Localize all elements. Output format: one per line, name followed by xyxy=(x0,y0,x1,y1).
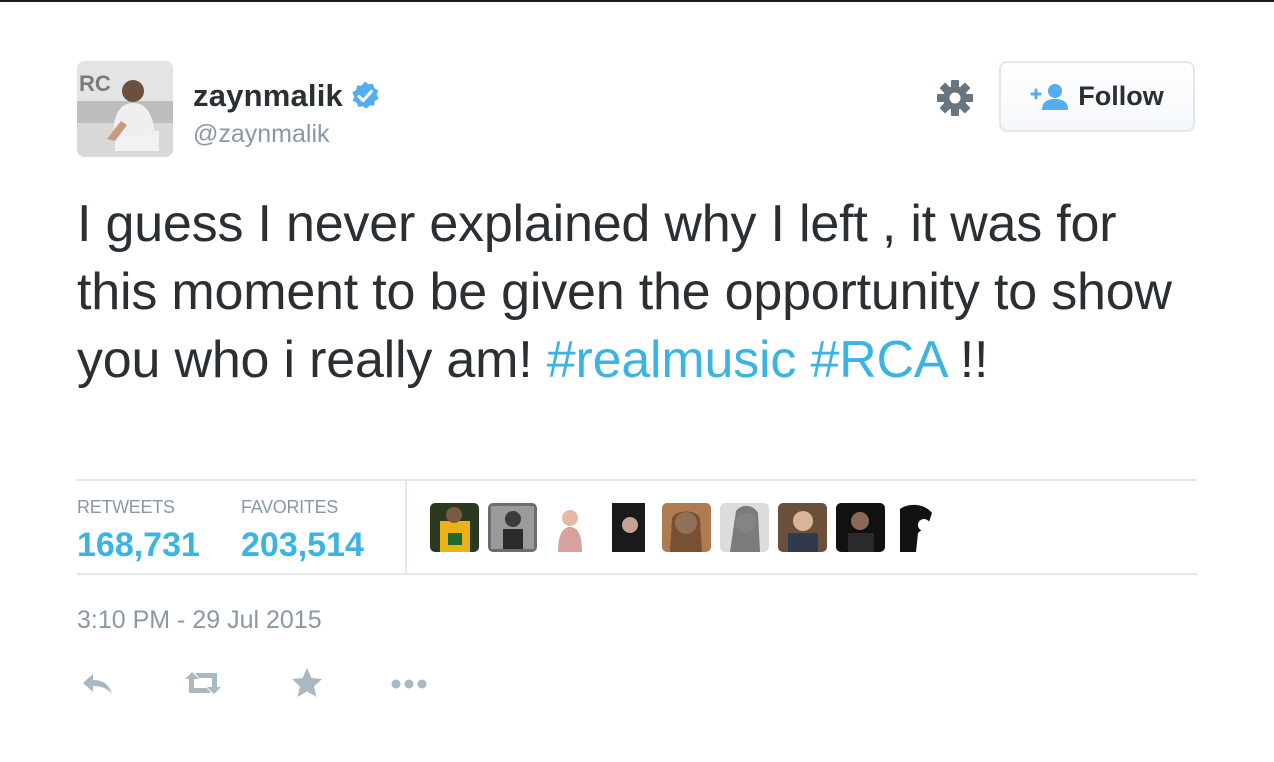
favoriter-avatar[interactable] xyxy=(720,503,769,552)
favoriter-avatar[interactable] xyxy=(836,503,885,552)
display-name[interactable]: zaynmalik xyxy=(193,78,343,114)
retweets-count: 168,731 xyxy=(77,526,200,564)
favoriter-avatar[interactable] xyxy=(430,503,479,552)
favoriter-avatar[interactable] xyxy=(778,503,827,552)
hashtag-link[interactable]: #RCA xyxy=(810,331,945,389)
follow-button[interactable]: Follow xyxy=(999,61,1195,132)
add-user-icon xyxy=(1030,82,1070,112)
tweet-text-end: !! xyxy=(945,331,989,389)
follow-label: Follow xyxy=(1078,81,1164,111)
gear-icon[interactable] xyxy=(935,78,975,118)
avatar[interactable]: RC xyxy=(77,61,173,157)
tweet-header: RC zaynmalik @zaynmalik Follow xyxy=(77,61,1197,157)
retweets-stat[interactable]: RETWEETS 168,731 xyxy=(77,497,200,565)
svg-text:RC: RC xyxy=(79,71,111,96)
retweet-icon[interactable] xyxy=(181,663,225,703)
hashtag-link[interactable]: #realmusic xyxy=(547,331,797,389)
window-top-edge xyxy=(0,0,1274,2)
tweet-stats: RETWEETS 168,731 FAVORITES 203,514 xyxy=(77,479,1197,575)
favorites-count: 203,514 xyxy=(241,526,364,564)
retweets-label: RETWEETS xyxy=(77,497,175,517)
reply-icon[interactable] xyxy=(77,663,121,703)
stats-divider xyxy=(405,481,407,575)
favorite-icon[interactable] xyxy=(285,663,329,703)
tweet-timestamp[interactable]: 3:10 PM - 29 Jul 2015 xyxy=(77,606,322,635)
more-icon[interactable] xyxy=(387,663,431,703)
favoriter-avatar[interactable] xyxy=(488,503,537,552)
tweet-text: I guess I never explained why I left , i… xyxy=(77,190,1187,394)
verified-badge-icon xyxy=(349,80,381,112)
favorites-stat[interactable]: FAVORITES 203,514 xyxy=(241,497,364,565)
favorites-label: FAVORITES xyxy=(241,497,338,517)
favoriter-avatars xyxy=(430,503,952,553)
favoriter-avatar[interactable] xyxy=(546,503,595,552)
favoriter-avatar[interactable] xyxy=(604,503,653,552)
user-handle[interactable]: @zaynmalik xyxy=(193,120,330,149)
favoriter-avatar[interactable] xyxy=(894,503,943,552)
display-name-row: zaynmalik xyxy=(193,78,381,114)
favoriter-avatar[interactable] xyxy=(662,503,711,552)
